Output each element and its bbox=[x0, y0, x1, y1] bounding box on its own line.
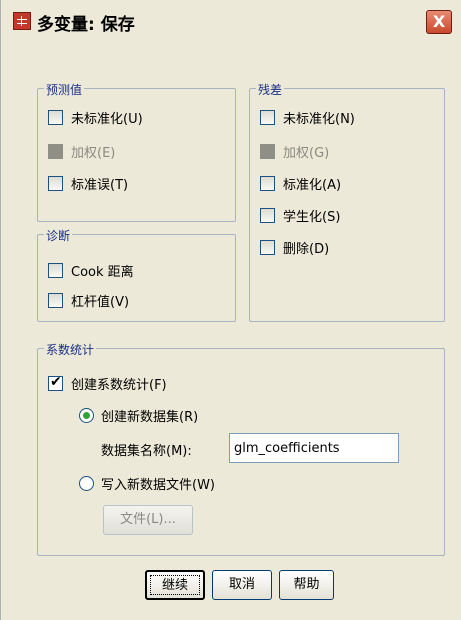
predicted-weighted-checkbox[interactable] bbox=[48, 144, 63, 159]
predicted-std-error-checkbox[interactable] bbox=[48, 176, 63, 191]
group-legend: 诊断 bbox=[44, 227, 73, 244]
title-bar: 多变量: 保存 X bbox=[1, 0, 461, 48]
continue-button[interactable]: 继续 bbox=[145, 570, 205, 600]
diagnostics-group: 诊断 bbox=[37, 227, 236, 322]
cancel-button[interactable]: 取消 bbox=[212, 570, 272, 600]
residuals-standardized-checkbox[interactable] bbox=[260, 176, 275, 191]
leverage-label: 杠杆值(V) bbox=[71, 295, 130, 310]
predicted-unstandardized-checkbox[interactable] bbox=[48, 110, 63, 125]
create-coefficient-stats-checkbox[interactable] bbox=[48, 374, 63, 391]
residuals-weighted-checkbox[interactable] bbox=[260, 144, 275, 159]
close-button[interactable]: X bbox=[426, 10, 452, 34]
group-legend: 系数统计 bbox=[44, 341, 97, 358]
dataset-name-input[interactable]: glm_coefficients bbox=[229, 433, 399, 463]
write-new-data-file-label: 写入新数据文件(W) bbox=[101, 478, 215, 493]
group-legend: 预测值 bbox=[44, 81, 85, 98]
predicted-weighted-label: 加权(E) bbox=[71, 146, 116, 161]
residuals-deleted-checkbox[interactable] bbox=[260, 240, 275, 255]
spss-app-icon bbox=[13, 12, 31, 30]
group-legend: 残差 bbox=[256, 81, 285, 98]
window-title: 多变量: 保存 bbox=[37, 15, 135, 35]
residuals-deleted-label: 删除(D) bbox=[283, 242, 330, 257]
cooks-distance-checkbox[interactable] bbox=[48, 263, 63, 278]
multivariate-save-dialog: 多变量: 保存 X 预测值 未标准化(U) 加权(E) 标准误(T) 残差 未标… bbox=[0, 0, 461, 620]
residuals-standardized-label: 标准化(A) bbox=[283, 178, 342, 193]
residuals-studentized-checkbox[interactable] bbox=[260, 208, 275, 223]
help-button[interactable]: 帮助 bbox=[279, 570, 334, 600]
residuals-studentized-label: 学生化(S) bbox=[283, 210, 341, 225]
dataset-name-label: 数据集名称(M): bbox=[101, 444, 192, 459]
residuals-weighted-label: 加权(G) bbox=[283, 146, 330, 161]
file-button[interactable]: 文件(L)... bbox=[103, 505, 193, 535]
write-new-data-file-radio[interactable] bbox=[79, 476, 94, 491]
continue-button-label: 继续 bbox=[150, 575, 200, 595]
predicted-std-error-label: 标准误(T) bbox=[71, 178, 129, 193]
leverage-checkbox[interactable] bbox=[48, 293, 63, 308]
create-new-dataset-label: 创建新数据集(R) bbox=[101, 410, 199, 425]
create-new-dataset-radio[interactable] bbox=[79, 408, 94, 423]
cooks-distance-label: Cook 距离 bbox=[71, 265, 134, 280]
residuals-unstandardized-checkbox[interactable] bbox=[260, 110, 275, 125]
residuals-unstandardized-label: 未标准化(N) bbox=[283, 112, 355, 127]
create-coefficient-stats-label: 创建系数统计(F) bbox=[71, 378, 167, 393]
predicted-unstandardized-label: 未标准化(U) bbox=[71, 112, 143, 127]
